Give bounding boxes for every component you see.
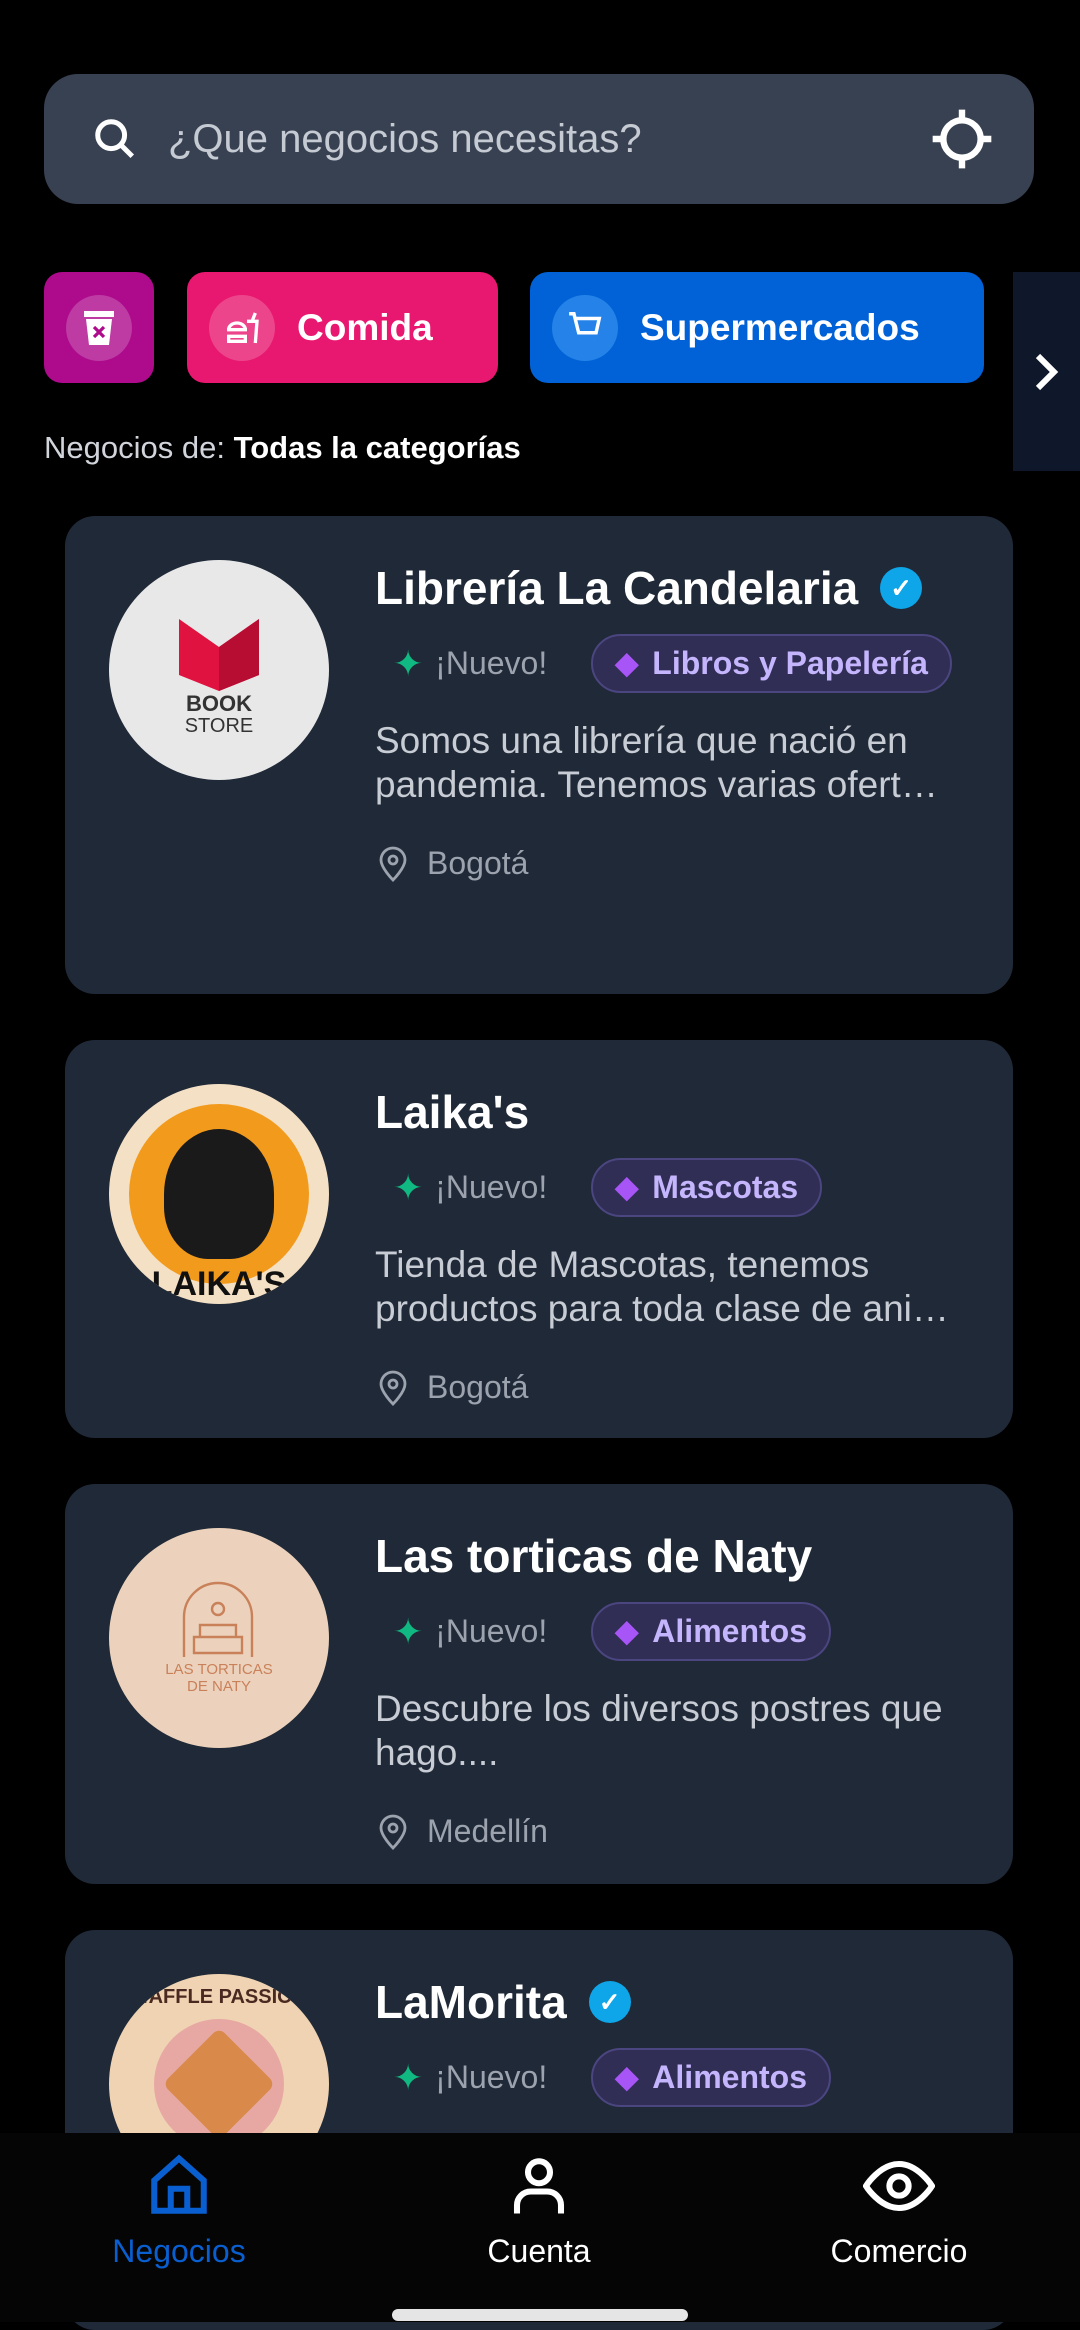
fast-food-icon bbox=[209, 294, 275, 361]
tag-icon: ◆ bbox=[615, 2061, 639, 2094]
cart-icon bbox=[552, 294, 618, 361]
category-tag: ◆ Libros y Papelería bbox=[591, 634, 952, 693]
business-description: Descubre los diversos postres que hago..… bbox=[375, 1688, 943, 1773]
new-badge: ✦ ¡Nuevo! bbox=[393, 1166, 548, 1208]
sparkles-icon: ✦ bbox=[393, 642, 424, 684]
business-logo: BOOK STORE bbox=[109, 560, 329, 780]
new-badge: ✦ ¡Nuevo! bbox=[393, 2056, 548, 2098]
location-pin-icon bbox=[379, 846, 407, 882]
search-input[interactable] bbox=[168, 116, 930, 162]
business-card[interactable]: BOOK STORE Librería La Candelaria ✓ ✦ ¡Nuev… bbox=[65, 516, 1013, 994]
category-chip-comida[interactable]: Comida bbox=[187, 272, 498, 383]
category-label: Comida bbox=[297, 306, 433, 348]
business-location: Medellín bbox=[375, 1813, 973, 1850]
new-badge: ✦ ¡Nuevo! bbox=[393, 642, 548, 684]
business-name: Librería La Candelaria ✓ bbox=[375, 560, 973, 616]
category-tag: ◆ Alimentos bbox=[591, 2048, 831, 2107]
category-tag: ◆ Alimentos bbox=[591, 1602, 831, 1661]
location-pin-icon bbox=[379, 1814, 407, 1850]
search-icon bbox=[95, 119, 135, 159]
business-location: Bogotá bbox=[375, 1369, 973, 1406]
scroll-categories-right-button[interactable] bbox=[1013, 272, 1080, 471]
filter-prefix: Negocios de: bbox=[44, 430, 225, 465]
nav-negocios[interactable]: Negocios bbox=[49, 2153, 309, 2270]
category-tag: ◆ Mascotas bbox=[591, 1158, 823, 1217]
verified-icon: ✓ bbox=[588, 1981, 631, 2023]
home-icon bbox=[151, 2154, 207, 2214]
eye-icon bbox=[863, 2160, 935, 2212]
search-bar[interactable] bbox=[44, 74, 1034, 204]
business-logo: LAS TORTICAS DE NATY bbox=[109, 1528, 329, 1748]
business-card[interactable]: LAIKA'S Laika's ✦ ¡Nuevo! ◆ Mascotas Tiend… bbox=[65, 1040, 1013, 1438]
sparkles-icon: ✦ bbox=[393, 1610, 424, 1652]
category-chip-clear[interactable] bbox=[44, 272, 154, 383]
tag-icon: ◆ bbox=[615, 1615, 639, 1648]
business-card[interactable]: LAS TORTICAS DE NATY Las torticas de Naty… bbox=[65, 1484, 1013, 1884]
chevron-right-icon bbox=[1035, 353, 1058, 390]
business-logo: LAIKA'S bbox=[109, 1084, 329, 1304]
new-badge: ✦ ¡Nuevo! bbox=[393, 1610, 548, 1652]
verified-icon: ✓ bbox=[880, 567, 923, 609]
sparkles-icon: ✦ bbox=[393, 2056, 424, 2098]
user-icon bbox=[513, 2158, 565, 2214]
business-name: LaMorita ✓ bbox=[375, 1974, 973, 2030]
clear-filter-icon bbox=[66, 294, 132, 361]
category-label: Supermercados bbox=[640, 306, 920, 348]
sparkles-icon: ✦ bbox=[393, 1166, 424, 1208]
category-filter-label: Negocios de: Todas la categorías bbox=[44, 430, 521, 466]
home-indicator[interactable] bbox=[392, 2309, 688, 2321]
location-target-icon[interactable] bbox=[930, 107, 994, 171]
nav-cuenta[interactable]: Cuenta bbox=[409, 2153, 669, 2270]
business-name: Laika's bbox=[375, 1086, 530, 1138]
business-description: Somos una librería que nació en pandemia… bbox=[375, 720, 938, 805]
nav-comercio[interactable]: Comercio bbox=[769, 2153, 1029, 2270]
business-name: Las torticas de Naty bbox=[375, 1530, 813, 1582]
filter-value: Todas la categorías bbox=[233, 430, 521, 465]
bottom-navigation: Negocios Cuenta Comercio bbox=[0, 2133, 1080, 2322]
tag-icon: ◆ bbox=[615, 1171, 639, 1204]
business-location: Bogotá bbox=[375, 845, 973, 882]
location-pin-icon bbox=[379, 1370, 407, 1406]
business-description: Tienda de Mascotas, tenemos productos pa… bbox=[375, 1244, 949, 1329]
tag-icon: ◆ bbox=[615, 647, 639, 680]
category-chip-supermercados[interactable]: Supermercados bbox=[530, 272, 984, 383]
